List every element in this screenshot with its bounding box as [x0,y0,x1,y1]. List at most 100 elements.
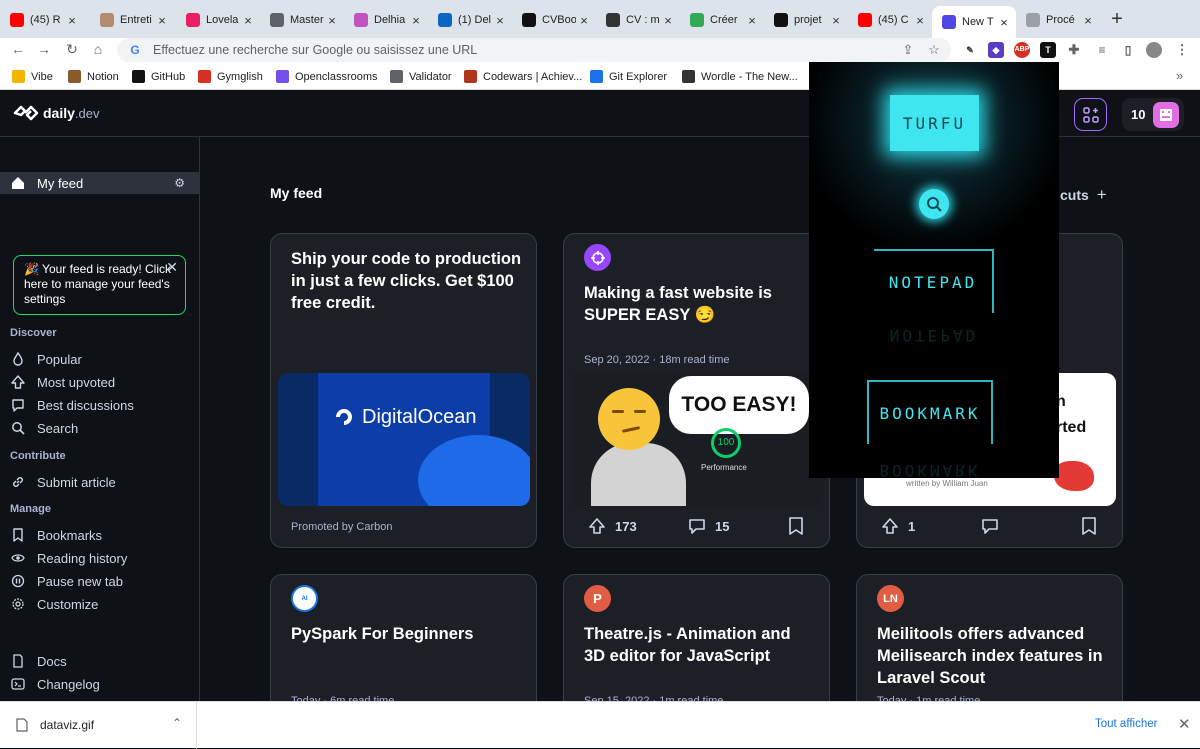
comment-button[interactable] [981,517,999,535]
close-tab-icon[interactable]: × [828,13,844,28]
browser-tab[interactable]: New T × [932,6,1016,38]
bookmark-item[interactable]: Git Explorer [590,70,667,83]
show-all-button[interactable]: Tout afficher [1095,718,1157,730]
close-tab-icon[interactable]: × [492,13,508,28]
browser-tab[interactable]: projet × [764,8,848,32]
browser-tab[interactable]: (45) C × [848,8,932,32]
forward-icon[interactable]: → [34,41,54,57]
logo-suffix: .dev [74,105,100,121]
bookmark-item[interactable]: Openclassrooms [276,70,378,83]
reload-icon[interactable]: ↻ [62,41,82,58]
browser-tab[interactable]: Entreti × [90,8,174,32]
turfu-title-button[interactable]: TURFU [890,95,979,151]
browser-tab[interactable]: CVBoo × [512,8,596,32]
omnibox-placeholder[interactable]: Effectuez une recherche sur Google ou sa… [153,43,899,57]
sidebar-item-label: Popular [37,351,82,367]
reading-list-icon[interactable]: ≡ [1094,42,1110,58]
article-card[interactable]: LN Meilitools offers advanced Meilisearc… [856,574,1123,714]
stack-extension-icon[interactable]: ◆ [988,42,1004,58]
close-tab-icon[interactable]: × [996,15,1012,30]
bookmark-item[interactable]: Notion [68,70,119,83]
adblock-icon[interactable]: ABP [1014,42,1030,58]
download-item[interactable]: dataviz.gif [16,718,94,732]
card-title: Meilitools offers advanced Meilisearch i… [877,625,1103,687]
create-post-button[interactable] [1074,98,1107,131]
t-extension-icon[interactable]: T [1040,42,1056,58]
sidebar-item-submit-article[interactable]: Submit article [0,471,199,493]
bookmark-item[interactable]: Gymglish [198,70,263,83]
sidebar-item-bookmarks[interactable]: Bookmarks [0,524,199,546]
browser-tab[interactable]: Lovela × [176,8,260,32]
bookmark-item[interactable]: Validator [390,70,452,83]
bookmark-label: Validator [409,70,452,83]
browser-tab[interactable]: (1) Del × [428,8,512,32]
bookmark-label: Git Explorer [609,70,668,83]
sidebar-item-popular[interactable]: Popular [0,348,199,370]
profile-button[interactable]: 10 [1122,98,1184,131]
close-tab-icon[interactable]: × [576,13,592,28]
feed-settings-icon[interactable]: ⚙ [174,176,185,190]
article-card[interactable]: P Theatre.js - Animation and 3D editor f… [563,574,830,714]
sidebar-item-my-feed[interactable]: My feed ⚙ [0,172,199,194]
popup-search-button[interactable] [919,189,949,219]
upvote-button[interactable]: 173 [588,517,637,535]
browser-tab[interactable]: CV : m × [596,8,680,32]
browser-tab[interactable]: Procé × [1016,8,1100,32]
sidebar-item-search[interactable]: Search [0,417,199,439]
extensions-puzzle-icon[interactable]: ✚ [1066,42,1082,58]
bookmark-item[interactable]: Vibe [12,70,53,83]
sidebar-item-most-upvoted[interactable]: Most upvoted [0,371,199,393]
share-icon[interactable]: ⇪ [899,42,917,58]
daily-dev-logo[interactable]: daily .dev [13,104,99,122]
close-tab-icon[interactable]: × [660,13,676,28]
close-tab-icon[interactable]: × [324,13,340,28]
close-tab-icon[interactable]: × [64,13,80,28]
bookmark-button[interactable] [1081,517,1097,535]
close-tab-icon[interactable]: × [744,13,760,28]
close-tab-icon[interactable]: × [1080,13,1096,28]
upvote-button[interactable]: 1 [881,517,915,535]
sidebar-item-pause-new-tab[interactable]: Pause new tab [0,570,199,592]
close-tab-icon[interactable]: × [912,13,928,28]
sidebar-item-changelog[interactable]: Changelog [0,673,199,695]
close-icon[interactable]: ✕ [166,260,178,275]
side-panel-icon[interactable]: ▯ [1120,42,1136,58]
source-avatar: AI [291,585,318,612]
profile-avatar[interactable] [1146,42,1162,58]
home-icon[interactable]: ⌂ [88,41,108,57]
shortcuts-link[interactable]: cuts + [1060,185,1107,205]
close-tab-icon[interactable]: × [408,13,424,28]
close-tab-icon[interactable]: × [240,13,256,28]
ad-card[interactable]: Ship your code to production in just a f… [270,233,537,548]
comment-button[interactable]: 15 [688,517,729,535]
sidebar-item-customize[interactable]: Customize [0,593,199,615]
pen-extension-icon[interactable]: ✎ [962,42,978,58]
omnibox[interactable]: G Effectuez une recherche sur Google ou … [117,38,951,62]
more-bookmarks-icon[interactable]: » [1176,68,1183,83]
bookmark-item[interactable]: Wordle - The New... [682,70,798,83]
bookmark-button[interactable] [788,517,804,535]
article-card[interactable]: AI PySpark For Beginners Today · 6m read… [270,574,537,714]
sidebar-item-reading-history[interactable]: Reading history [0,547,199,569]
new-tab-button[interactable]: + [1106,8,1128,30]
sidebar-item-docs[interactable]: Docs [0,650,199,672]
bookmark-popup-button[interactable]: BOOKMARK [867,380,993,444]
browser-tab[interactable]: Master × [260,8,344,32]
back-icon[interactable]: ← [8,41,28,57]
tab-label: Procé [1046,14,1075,26]
star-icon[interactable]: ☆ [925,42,943,58]
bookmark-item[interactable]: Codewars | Achiev... [464,70,582,83]
browser-tab[interactable]: Créer × [680,8,764,32]
browser-tab[interactable]: Delhia × [344,8,428,32]
browser-tab[interactable]: (45) R × [0,8,84,32]
chevron-up-icon[interactable]: ⌃ [172,716,182,730]
notepad-button[interactable]: NOTEPAD [874,249,994,313]
feed-ready-notice[interactable]: 🎉 Your feed is ready! Click here to mana… [13,255,186,315]
bookmark-item[interactable]: GitHub [132,70,185,83]
browser-toolbar: ← → ↻ ⌂ G Effectuez une recherche sur Go… [0,38,1200,64]
close-tab-icon[interactable]: × [154,13,170,28]
article-card[interactable]: Making a fast website is SUPER EASY 😏 Se… [563,233,830,548]
menu-kebab-icon[interactable]: ⋮ [1174,42,1190,58]
close-download-bar-icon[interactable]: ✕ [1178,715,1191,733]
sidebar-item-best-discussions[interactable]: Best discussions [0,394,199,416]
